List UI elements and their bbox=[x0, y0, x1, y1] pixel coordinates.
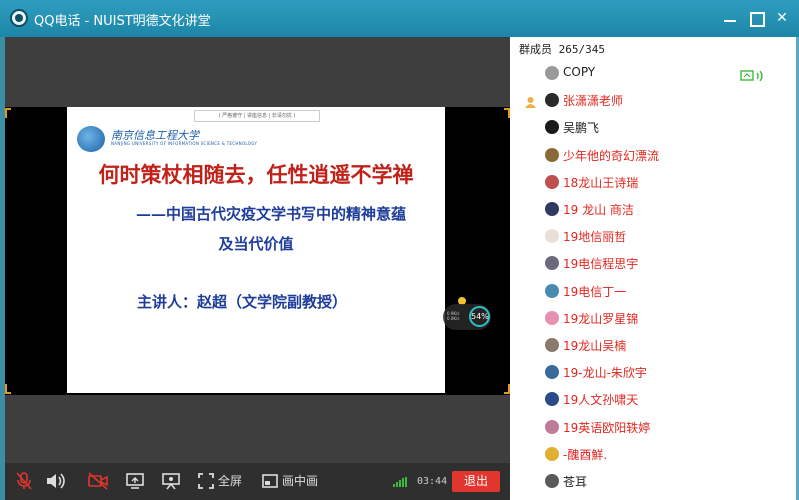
member-row[interactable]: 18龙山王诗瑞 bbox=[510, 169, 796, 196]
cpu-percent: 54% bbox=[469, 306, 490, 327]
member-name: 18龙山王诗瑞 bbox=[563, 175, 639, 190]
member-row[interactable]: 19人文孙啸天 bbox=[510, 386, 796, 413]
picture-in-picture-icon bbox=[262, 474, 278, 488]
slide-top-label: ( 严格遵守 | 讲座信息 | 非请勿扰 ) bbox=[194, 110, 320, 122]
avatar bbox=[545, 93, 559, 108]
speaker-icon bbox=[47, 473, 65, 489]
mic-muted-icon bbox=[16, 472, 32, 490]
member-name: 19人文孙啸天 bbox=[563, 393, 639, 408]
focus-corner bbox=[5, 108, 11, 118]
avatar bbox=[545, 365, 559, 380]
member-row[interactable]: 19龙山罗星锦 bbox=[510, 305, 796, 332]
exit-button[interactable]: 退出 bbox=[452, 471, 500, 492]
member-name: 19电信程思宇 bbox=[563, 257, 639, 272]
pip-label: 画中画 bbox=[282, 474, 319, 488]
title-bar: QQ电话 - NUIST明德文化讲堂 ✕ bbox=[0, 0, 799, 37]
avatar bbox=[545, 120, 559, 135]
member-name: 19-龙山-朱欣宇 bbox=[563, 366, 647, 381]
avatar bbox=[545, 174, 559, 189]
share-screen-icon bbox=[126, 473, 144, 489]
avatar bbox=[545, 419, 559, 434]
picture-in-picture-button[interactable]: 画中画 bbox=[262, 471, 318, 491]
member-name: 吴鹏飞 bbox=[563, 121, 600, 136]
member-row[interactable]: 19 龙山 商洁 bbox=[510, 196, 796, 223]
member-name: 19 龙山 商洁 bbox=[563, 203, 634, 217]
member-name: 少年他的奇幻漂流 bbox=[563, 148, 660, 163]
camera-off-icon bbox=[88, 472, 108, 490]
member-row[interactable]: COPY bbox=[510, 60, 796, 87]
university-logo-icon bbox=[77, 126, 105, 152]
member-row[interactable]: 张潇潇老师 bbox=[510, 87, 796, 114]
presentation-button[interactable] bbox=[161, 471, 181, 491]
avatar bbox=[545, 147, 559, 162]
member-count-header: 群成员 265/345 bbox=[519, 43, 605, 56]
maximize-icon[interactable] bbox=[746, 8, 766, 28]
avatar bbox=[545, 229, 559, 244]
avatar bbox=[545, 338, 559, 352]
slide-subtitle-cont: 及当代价值 bbox=[218, 235, 294, 253]
member-row[interactable]: 19电信丁一 bbox=[510, 278, 796, 305]
share-screen-button[interactable] bbox=[125, 471, 145, 491]
member-row[interactable]: 19地信丽哲 bbox=[510, 223, 796, 250]
signal-strength-icon bbox=[393, 477, 407, 487]
avatar bbox=[545, 202, 559, 216]
presentation-icon bbox=[162, 473, 180, 490]
member-name: 19电信丁一 bbox=[563, 284, 627, 299]
avatar bbox=[545, 392, 559, 407]
avatar bbox=[545, 446, 559, 461]
close-icon[interactable]: ✕ bbox=[772, 8, 792, 28]
mic-muted-button[interactable] bbox=[15, 471, 33, 491]
speaker-button[interactable] bbox=[45, 471, 67, 491]
avatar bbox=[545, 474, 559, 488]
focus-corner bbox=[5, 384, 11, 394]
member-row[interactable]: 吴鹏飞 bbox=[510, 114, 796, 141]
slide-subtitle: ——中国古代灾疫文学书写中的精神意蕴 bbox=[135, 205, 406, 223]
group-owner-icon bbox=[524, 93, 537, 109]
network-speed-widget[interactable]: 0.9K/s 0.0K/s 54% bbox=[443, 304, 491, 330]
download-speed: 0.0K/s bbox=[447, 316, 460, 321]
member-row[interactable]: -醜酉鮮. bbox=[510, 441, 796, 468]
member-name: -醜酉鮮. bbox=[563, 447, 608, 462]
member-list-panel: 群成员 265/345 COPY 张潇潇老师吴鹏飞少年他的奇幻漂流 18龙山王诗瑞 1… bbox=[510, 37, 796, 500]
member-row[interactable]: 少年他的奇幻漂流 bbox=[510, 142, 796, 169]
slide-speaker: 主讲人：赵超（文学院副教授） bbox=[137, 293, 348, 311]
member-row[interactable]: 19英语欧阳轶婷 bbox=[510, 414, 796, 441]
minimize-icon[interactable] bbox=[720, 8, 740, 28]
member-name: 19龙山罗星锦 bbox=[563, 311, 639, 326]
slide-title: 何时策杖相随去，任性逍遥不学禅 bbox=[98, 162, 414, 187]
member-name: 19龙山吴楠 bbox=[563, 339, 627, 353]
avatar bbox=[545, 256, 559, 271]
qq-call-window: QQ电话 - NUIST明德文化讲堂 ✕ ( 严格遵守 | 讲座信息 | 非请勿… bbox=[0, 0, 799, 500]
avatar bbox=[545, 310, 559, 325]
fullscreen-icon bbox=[198, 473, 214, 489]
call-timer: 03:44 bbox=[417, 476, 448, 487]
member-name: 19英语欧阳轶婷 bbox=[563, 420, 651, 435]
presentation-slide: ( 严格遵守 | 讲座信息 | 非请勿扰 ) 南京信息工程大学 NANJING … bbox=[67, 107, 445, 393]
university-name-en: NANJING UNIVERSITY OF INFORMATION SCIENC… bbox=[111, 141, 258, 146]
member-name: COPY bbox=[563, 65, 596, 79]
avatar bbox=[545, 283, 559, 298]
camera-off-button[interactable] bbox=[87, 471, 109, 491]
window-title: QQ电话 - NUIST明德文化讲堂 bbox=[34, 14, 211, 29]
member-row[interactable]: 19龙山吴楠 bbox=[510, 332, 796, 359]
member-name: 19地信丽哲 bbox=[563, 230, 627, 245]
member-name: 苍耳 bbox=[563, 475, 588, 489]
call-controls-bar: 全屏 画中画 03:44 退出 bbox=[5, 463, 510, 500]
member-row[interactable]: 19电信程思宇 bbox=[510, 250, 796, 277]
member-row[interactable]: 苍耳 bbox=[510, 468, 796, 495]
avatar bbox=[545, 66, 559, 80]
fullscreen-button[interactable]: 全屏 bbox=[198, 471, 242, 491]
qq-call-logo-icon bbox=[10, 9, 28, 27]
member-name: 张潇潇老师 bbox=[563, 94, 624, 109]
member-row[interactable]: 19-龙山-朱欣宇 bbox=[510, 359, 796, 386]
fullscreen-label: 全屏 bbox=[218, 474, 243, 488]
